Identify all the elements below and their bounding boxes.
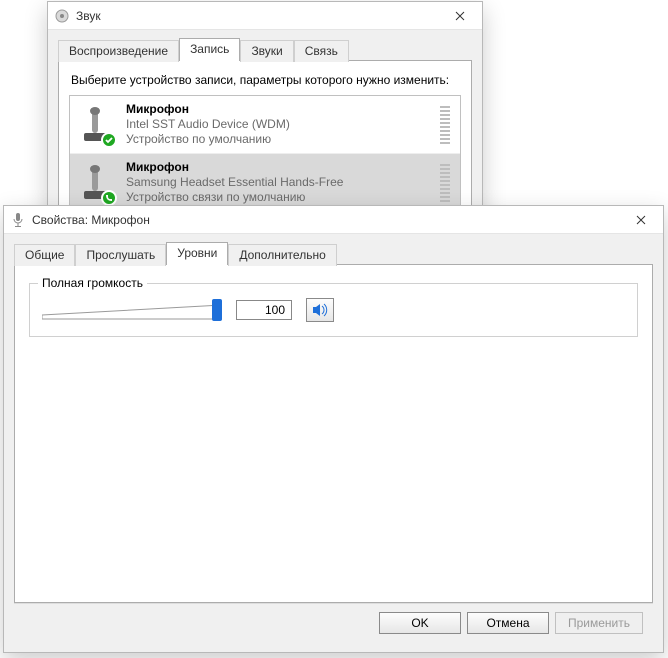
microphone-small-icon	[10, 212, 26, 228]
sound-titlebar[interactable]: Звук	[48, 2, 482, 30]
slider-track-icon	[42, 301, 222, 323]
device-row[interactable]: Микрофон Intel SST Audio Device (WDM) Ус…	[70, 96, 460, 154]
device-default: Устройство связи по умолчанию	[126, 190, 428, 205]
ok-button[interactable]: OK	[379, 612, 461, 634]
microphone-icon	[78, 105, 114, 145]
device-subtitle: Intel SST Audio Device (WDM)	[126, 117, 428, 132]
device-name: Микрофон	[126, 160, 428, 175]
speaker-settings-icon	[54, 8, 70, 24]
sound-close-button[interactable]	[437, 2, 482, 30]
instruction-text: Выберите устройство записи, параметры ко…	[71, 73, 459, 87]
default-check-badge	[101, 132, 117, 148]
volume-value[interactable]: 100	[236, 300, 292, 320]
tab-playback[interactable]: Воспроизведение	[58, 40, 179, 62]
tab-general[interactable]: Общие	[14, 244, 75, 266]
props-titlebar[interactable]: Свойства: Микрофон	[4, 206, 663, 234]
volume-slider[interactable]	[42, 299, 222, 321]
sound-title: Звук	[76, 9, 437, 23]
level-meter	[440, 106, 450, 144]
device-texts: Микрофон Intel SST Audio Device (WDM) Ус…	[126, 102, 428, 147]
check-icon	[104, 135, 114, 145]
tab-levels[interactable]: Уровни	[166, 242, 228, 265]
props-footer: OK Отмена Применить	[14, 603, 653, 644]
close-icon	[636, 215, 646, 225]
speaker-icon	[312, 303, 328, 317]
tab-recording[interactable]: Запись	[179, 38, 240, 61]
phone-icon	[104, 193, 114, 203]
device-list[interactable]: Микрофон Intel SST Audio Device (WDM) Ус…	[69, 95, 461, 215]
props-tab-panel: Полная громкость 100	[14, 264, 653, 603]
microphone-icon	[78, 163, 114, 203]
device-texts: Микрофон Samsung Headset Essential Hands…	[126, 160, 428, 205]
mute-button[interactable]	[306, 298, 334, 322]
properties-window: Свойства: Микрофон Общие Прослушать Уров…	[3, 205, 664, 653]
volume-label: Полная громкость	[38, 276, 147, 290]
slider-thumb[interactable]	[212, 299, 222, 321]
apply-button[interactable]: Применить	[555, 612, 643, 634]
props-body: Общие Прослушать Уровни Дополнительно По…	[4, 234, 663, 652]
volume-group: Полная громкость 100	[29, 283, 638, 337]
tab-listen[interactable]: Прослушать	[75, 244, 166, 266]
device-default: Устройство по умолчанию	[126, 132, 428, 147]
props-close-button[interactable]	[618, 206, 663, 234]
props-tabs: Общие Прослушать Уровни Дополнительно	[14, 242, 653, 265]
cancel-button[interactable]: Отмена	[467, 612, 549, 634]
close-icon	[455, 11, 465, 21]
props-title: Свойства: Микрофон	[32, 213, 618, 227]
device-row[interactable]: Микрофон Samsung Headset Essential Hands…	[70, 154, 460, 212]
device-name: Микрофон	[126, 102, 428, 117]
level-meter	[440, 164, 450, 202]
tab-sounds[interactable]: Звуки	[240, 40, 293, 62]
sound-tabs: Воспроизведение Запись Звуки Связь	[58, 38, 472, 61]
device-subtitle: Samsung Headset Essential Hands-Free	[126, 175, 428, 190]
tab-communications[interactable]: Связь	[294, 40, 349, 62]
default-comm-badge	[101, 190, 117, 206]
tab-advanced[interactable]: Дополнительно	[228, 244, 336, 266]
